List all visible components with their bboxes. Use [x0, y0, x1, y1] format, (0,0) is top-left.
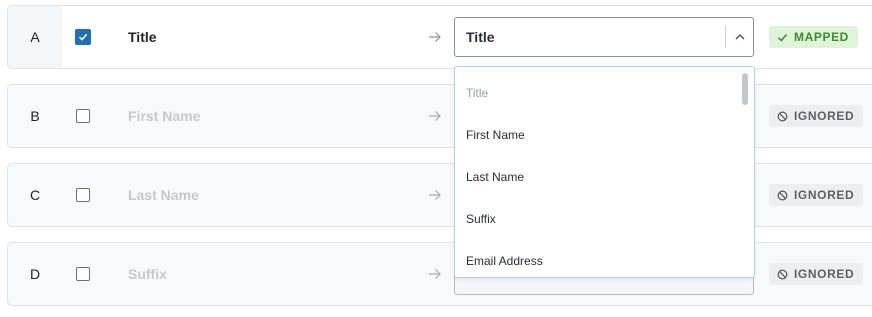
column-name: Title	[128, 29, 157, 45]
column-name: First Name	[128, 108, 201, 124]
block-icon	[777, 111, 788, 121]
status-label: IGNORED	[794, 109, 855, 123]
dropdown-option[interactable]: Suffix	[466, 212, 496, 226]
include-checkbox[interactable]	[76, 188, 90, 202]
arrow-right-icon	[429, 269, 441, 279]
column-name: Suffix	[128, 266, 167, 282]
column-letter: A	[8, 6, 62, 68]
select-value: Title	[466, 29, 495, 45]
table-row: A Title Title MAPPED	[7, 5, 872, 69]
status-label: IGNORED	[794, 267, 855, 281]
include-checkbox[interactable]	[75, 29, 91, 45]
dropdown-scrollbar[interactable]	[742, 73, 748, 105]
arrow-right-icon	[429, 190, 441, 200]
include-checkbox[interactable]	[76, 109, 90, 123]
status-badge: MAPPED	[769, 26, 858, 48]
dropdown-option[interactable]: Email Address	[466, 254, 543, 268]
include-checkbox[interactable]	[76, 267, 90, 281]
block-icon	[777, 190, 788, 200]
block-icon	[777, 269, 788, 279]
column-letter: D	[29, 266, 41, 282]
column-letter: C	[29, 187, 41, 203]
arrow-right-icon	[429, 32, 441, 42]
status-badge: IGNORED	[769, 184, 864, 206]
field-dropdown-menu[interactable]: Title First Name Last Name Suffix Email …	[454, 66, 755, 278]
select-separator	[725, 26, 726, 48]
arrow-right-icon	[429, 111, 441, 121]
column-letter: B	[30, 108, 40, 124]
status-badge: IGNORED	[769, 105, 864, 127]
dropdown-option[interactable]: Last Name	[466, 170, 524, 184]
dropdown-option[interactable]: First Name	[466, 128, 525, 142]
status-label: IGNORED	[794, 188, 855, 202]
column-name: Last Name	[128, 187, 199, 203]
check-icon	[777, 33, 788, 42]
status-badge: IGNORED	[769, 263, 864, 285]
dropdown-option[interactable]: Title	[466, 86, 488, 100]
field-select[interactable]: Title	[454, 17, 754, 57]
chevron-up-icon[interactable]	[734, 31, 746, 43]
status-label: MAPPED	[794, 30, 849, 44]
check-icon	[78, 33, 88, 41]
